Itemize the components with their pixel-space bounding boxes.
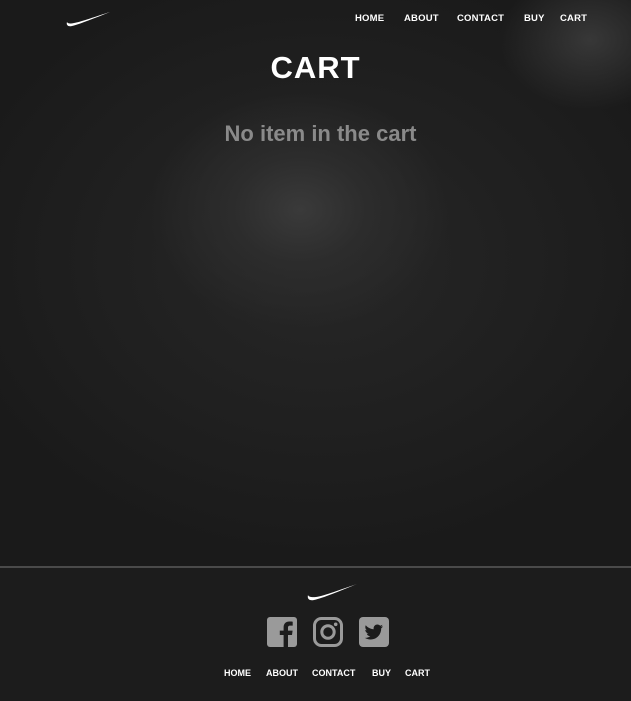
empty-cart-message: No item in the cart — [224, 121, 417, 146]
footer-links: HOME ABOUT CONTACT BUY CART — [0, 668, 631, 680]
top-navbar: HOME ABOUT CONTACT BUY CART — [0, 0, 631, 38]
nav-link-buy[interactable]: BUY — [524, 13, 545, 24]
facebook-icon[interactable] — [266, 616, 298, 648]
footer-link-home[interactable]: HOME — [224, 668, 251, 678]
nav-link-home[interactable]: HOME — [355, 13, 384, 24]
footer-link-cart[interactable]: CART — [405, 668, 430, 678]
footer-link-about[interactable]: ABOUT — [266, 668, 298, 678]
hero-section: HOME ABOUT CONTACT BUY CART CART No item… — [0, 0, 631, 566]
nav-link-about[interactable]: ABOUT — [404, 13, 439, 24]
instagram-icon[interactable] — [312, 616, 344, 648]
page-title: CART — [270, 50, 361, 85]
nav-link-cart[interactable]: CART — [560, 13, 587, 24]
twitter-icon[interactable] — [358, 616, 390, 648]
footer: HOME ABOUT CONTACT BUY CART — [0, 566, 631, 701]
nike-swoosh-icon[interactable] — [306, 582, 358, 602]
footer-link-contact[interactable]: CONTACT — [312, 668, 355, 678]
nav-links: HOME ABOUT CONTACT BUY CART — [0, 13, 631, 25]
nav-link-contact[interactable]: CONTACT — [457, 13, 504, 24]
footer-link-buy[interactable]: BUY — [372, 668, 391, 678]
